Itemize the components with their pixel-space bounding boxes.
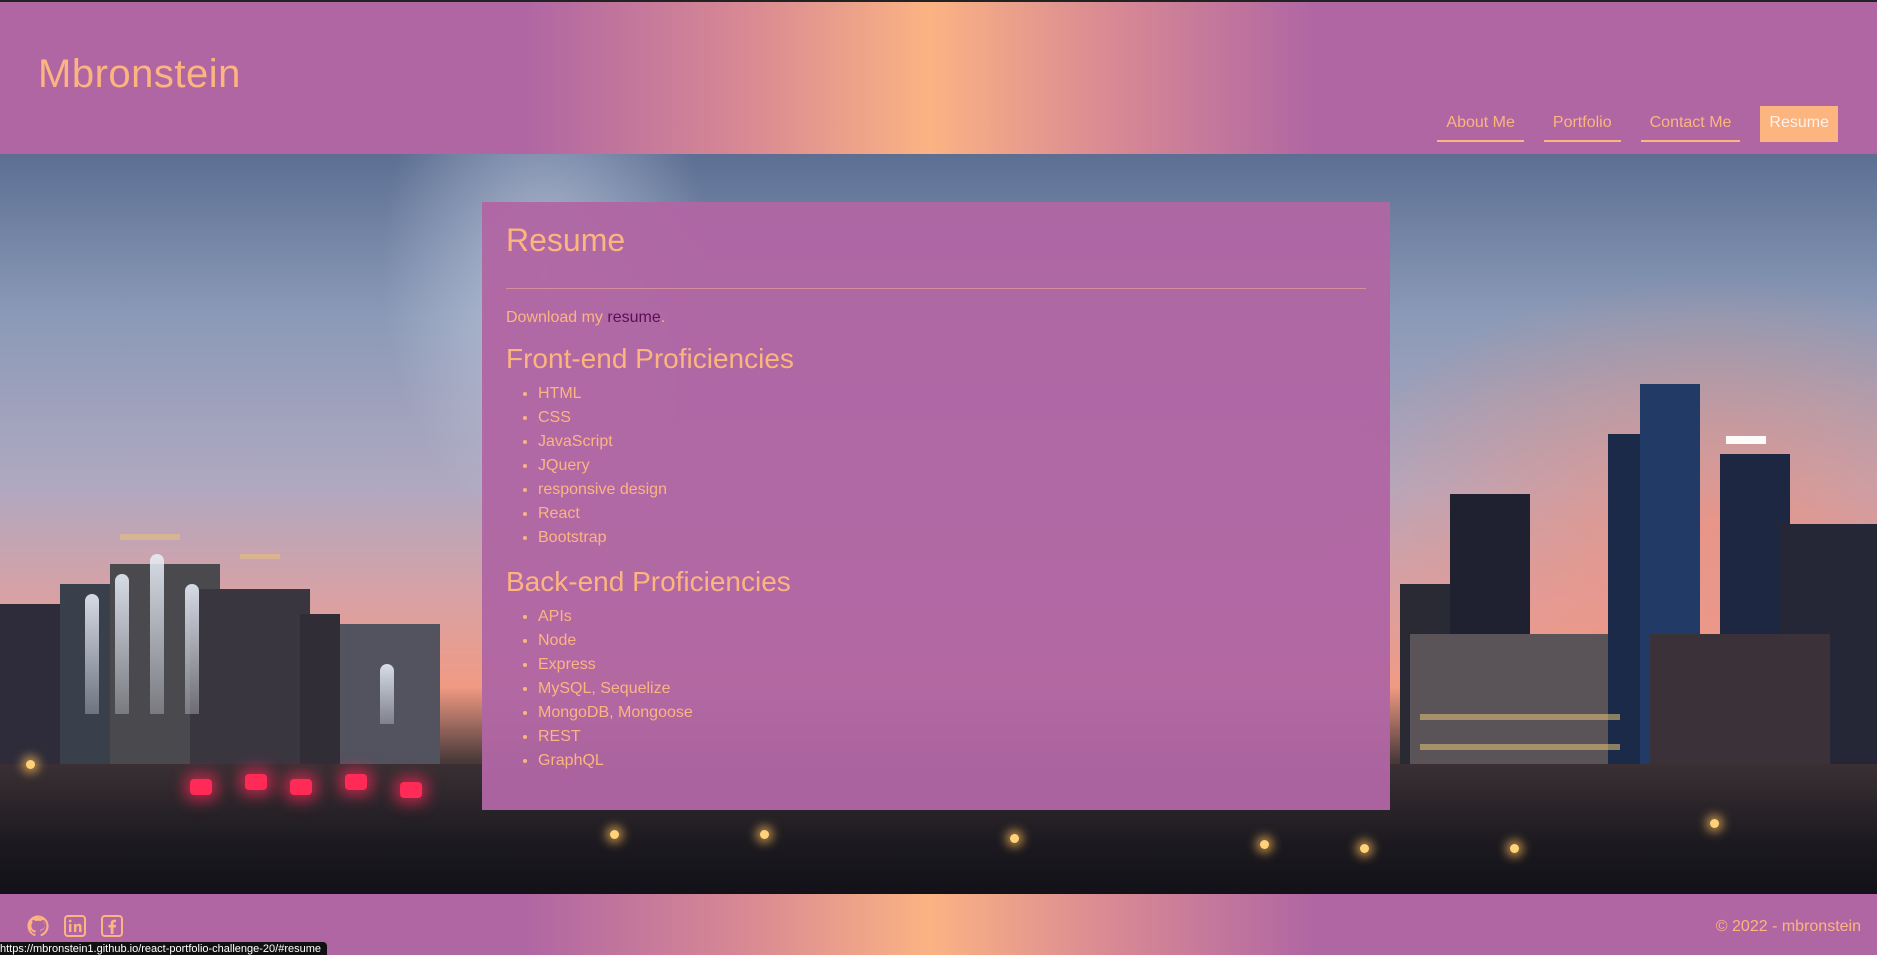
building [300, 614, 340, 784]
download-suffix: . [660, 309, 666, 326]
social-links [26, 914, 124, 938]
list-item: HTML [538, 382, 1366, 406]
list-item: React [538, 502, 1366, 526]
street-light [1710, 819, 1719, 828]
building [1650, 634, 1830, 784]
site-title: Mbronstein [38, 52, 241, 96]
street-light [610, 830, 619, 839]
building [190, 589, 310, 784]
nav-contact-me[interactable]: Contact Me [1640, 106, 1741, 142]
list-item: JQuery [538, 454, 1366, 478]
download-text: Download my resume. [506, 309, 1366, 327]
frontend-list: HTML CSS JavaScript JQuery responsive de… [506, 382, 1366, 550]
fountain-light [190, 779, 212, 795]
list-item: APIs [538, 605, 1366, 629]
list-item: MongoDB, Mongoose [538, 701, 1366, 725]
resume-card: Resume Download my resume. Front-end Pro… [482, 202, 1390, 810]
window-lights [1726, 436, 1766, 444]
list-item: REST [538, 725, 1366, 749]
street-light [1360, 844, 1369, 853]
main-nav: About Me Portfolio Contact Me Resume [1437, 106, 1838, 142]
fountain-jet [150, 554, 164, 714]
resume-download-link[interactable]: resume [607, 309, 660, 326]
fountain-jet [185, 584, 199, 714]
fountain-light [400, 782, 422, 798]
list-item: Express [538, 653, 1366, 677]
window-lights [120, 534, 180, 540]
backend-heading: Back-end Proficiencies [506, 566, 791, 597]
list-item: CSS [538, 406, 1366, 430]
nav-portfolio[interactable]: Portfolio [1543, 106, 1621, 142]
page-title: Resume [506, 222, 626, 258]
window-lights [1420, 714, 1620, 720]
street-light [26, 760, 35, 769]
list-item: responsive design [538, 478, 1366, 502]
list-item: GraphQL [538, 749, 1366, 773]
street-light [1260, 840, 1269, 849]
nav-resume[interactable]: Resume [1760, 106, 1838, 142]
list-item: Node [538, 629, 1366, 653]
frontend-heading: Front-end Proficiencies [506, 343, 794, 374]
fountain-jet [115, 574, 129, 714]
window-lights [240, 554, 280, 559]
github-icon[interactable] [26, 914, 50, 938]
browser-status-url: https://mbronstein1.github.io/react-port… [0, 942, 328, 955]
nav-about-me[interactable]: About Me [1437, 106, 1524, 142]
street-light [1510, 844, 1519, 853]
street-light [1010, 834, 1019, 843]
divider [506, 288, 1366, 289]
copyright: © 2022 - mbronstein [1715, 918, 1861, 935]
fountain-light [345, 774, 367, 790]
facebook-icon[interactable] [100, 914, 124, 938]
list-item: JavaScript [538, 430, 1366, 454]
fountain-jet [380, 664, 394, 724]
fountain-light [290, 779, 312, 795]
backend-list: APIs Node Express MySQL, Sequelize Mongo… [506, 605, 1366, 773]
list-item: Bootstrap [538, 526, 1366, 550]
site-header: Mbronstein About Me Portfolio Contact Me… [0, 0, 1877, 154]
download-prefix: Download my [506, 309, 608, 326]
street-light [760, 830, 769, 839]
fountain-light [245, 774, 267, 790]
list-item: MySQL, Sequelize [538, 677, 1366, 701]
linkedin-icon[interactable] [63, 914, 87, 938]
fountain-jet [85, 594, 99, 714]
window-lights [1420, 744, 1620, 750]
